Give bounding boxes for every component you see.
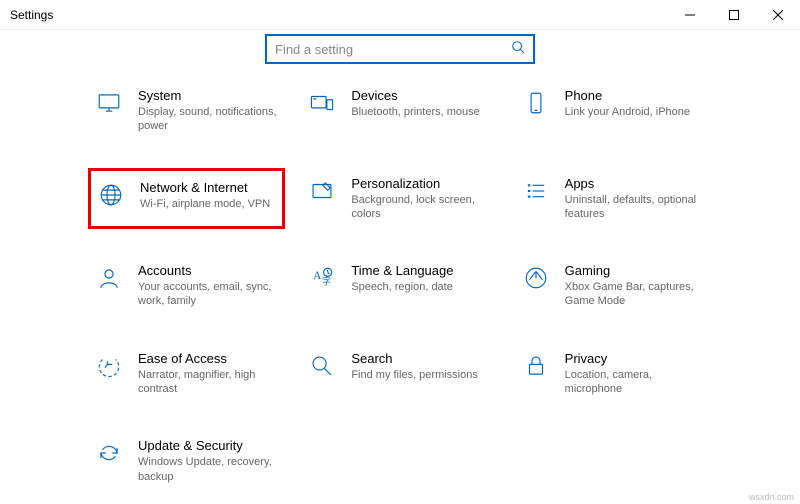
categories-grid: System Display, sound, notifications, po… xyxy=(0,82,800,490)
category-subtitle: Uninstall, defaults, optional features xyxy=(565,193,706,222)
category-title: Network & Internet xyxy=(140,180,270,195)
category-update-security[interactable]: Update & Security Windows Update, recove… xyxy=(90,432,283,490)
search-input[interactable] xyxy=(275,42,511,57)
globe-icon xyxy=(96,180,126,210)
category-apps[interactable]: Apps Uninstall, defaults, optional featu… xyxy=(517,170,710,228)
search-icon xyxy=(511,40,525,59)
devices-icon xyxy=(307,88,337,118)
svg-text:字: 字 xyxy=(322,276,331,287)
category-title: Ease of Access xyxy=(138,351,279,366)
category-personalization[interactable]: Personalization Background, lock screen,… xyxy=(303,170,496,228)
accounts-icon xyxy=(94,263,124,293)
category-title: Privacy xyxy=(565,351,706,366)
search-area xyxy=(0,30,800,82)
update-icon xyxy=(94,438,124,468)
search-box[interactable] xyxy=(265,34,535,64)
category-title: Update & Security xyxy=(138,438,279,453)
category-subtitle: Windows Update, recovery, backup xyxy=(138,455,279,484)
minimize-button[interactable] xyxy=(668,0,712,30)
category-subtitle: Background, lock screen, colors xyxy=(351,193,492,222)
category-subtitle: Link your Android, iPhone xyxy=(565,105,690,119)
category-accounts[interactable]: Accounts Your accounts, email, sync, wor… xyxy=(90,257,283,315)
category-title: Accounts xyxy=(138,263,279,278)
category-search[interactable]: Search Find my files, permissions xyxy=(303,345,496,403)
category-title: System xyxy=(138,88,279,103)
category-title: Time & Language xyxy=(351,263,453,278)
window-controls xyxy=(668,0,800,30)
gaming-icon xyxy=(521,263,551,293)
category-subtitle: Speech, region, date xyxy=(351,280,453,294)
category-title: Devices xyxy=(351,88,479,103)
category-ease-of-access[interactable]: Ease of Access Narrator, magnifier, high… xyxy=(90,345,283,403)
category-subtitle: Xbox Game Bar, captures, Game Mode xyxy=(565,280,706,309)
category-subtitle: Wi-Fi, airplane mode, VPN xyxy=(140,197,270,211)
category-time-language[interactable]: A字 Time & Language Speech, region, date xyxy=(303,257,496,315)
category-subtitle: Your accounts, email, sync, work, family xyxy=(138,280,279,309)
category-subtitle: Bluetooth, printers, mouse xyxy=(351,105,479,119)
window-title: Settings xyxy=(10,8,53,22)
maximize-button[interactable] xyxy=(712,0,756,30)
category-title: Gaming xyxy=(565,263,706,278)
category-subtitle: Location, camera, microphone xyxy=(565,368,706,397)
close-button[interactable] xyxy=(756,0,800,30)
category-subtitle: Find my files, permissions xyxy=(351,368,478,382)
time-language-icon: A字 xyxy=(307,263,337,293)
personalization-icon xyxy=(307,176,337,206)
category-network[interactable]: Network & Internet Wi-Fi, airplane mode,… xyxy=(90,170,283,228)
category-privacy[interactable]: Privacy Location, camera, microphone xyxy=(517,345,710,403)
search-category-icon xyxy=(307,351,337,381)
phone-icon xyxy=(521,88,551,118)
category-title: Apps xyxy=(565,176,706,191)
category-devices[interactable]: Devices Bluetooth, printers, mouse xyxy=(303,82,496,140)
category-phone[interactable]: Phone Link your Android, iPhone xyxy=(517,82,710,140)
category-system[interactable]: System Display, sound, notifications, po… xyxy=(90,82,283,140)
ease-of-access-icon xyxy=(94,351,124,381)
category-subtitle: Narrator, magnifier, high contrast xyxy=(138,368,279,397)
category-title: Personalization xyxy=(351,176,492,191)
apps-icon xyxy=(521,176,551,206)
category-gaming[interactable]: Gaming Xbox Game Bar, captures, Game Mod… xyxy=(517,257,710,315)
category-title: Search xyxy=(351,351,478,366)
svg-text:A: A xyxy=(313,270,322,282)
privacy-icon xyxy=(521,351,551,381)
system-icon xyxy=(94,88,124,118)
titlebar: Settings xyxy=(0,0,800,30)
category-subtitle: Display, sound, notifications, power xyxy=(138,105,279,134)
watermark: wsxdn.com xyxy=(749,492,794,502)
category-title: Phone xyxy=(565,88,690,103)
